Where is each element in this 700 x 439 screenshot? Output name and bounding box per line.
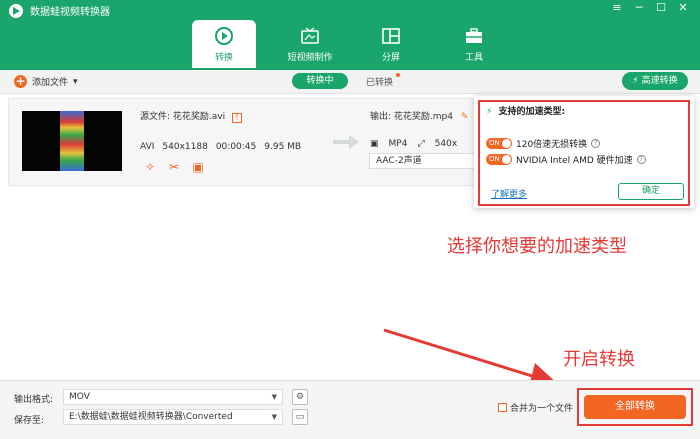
- toggle-lossless[interactable]: ON: [486, 138, 512, 149]
- tab-label: 转换: [214, 53, 233, 63]
- option-hardware: ON NVIDIA Intel AMD 硬件加速 ?: [486, 153, 646, 166]
- tab-short-video[interactable]: 短视频制作: [278, 20, 342, 68]
- toggle-hardware[interactable]: ON: [486, 154, 512, 165]
- option-lossless-label: 120倍速无损转换: [516, 140, 588, 150]
- file-meta: AVI 540x1188 00:00:45 9.95 MB: [140, 142, 301, 152]
- confirm-button[interactable]: 确定: [618, 183, 684, 200]
- learn-more-link[interactable]: 了解更多: [491, 187, 527, 200]
- minimize-icon[interactable]: ─: [628, 0, 650, 16]
- high-speed-button[interactable]: ⚡ 高速转换: [622, 72, 688, 90]
- annotation-start-convert: 开启转换: [563, 349, 635, 370]
- output-resolution: 540x: [434, 139, 458, 149]
- title-bar: 数据蛙视频转换器 ≡ ─ ☐ ✕ 转换 短视频制作 分屏 工具: [0, 0, 700, 70]
- save-to-label: 保存至:: [14, 416, 45, 426]
- split-screen-icon: [382, 28, 400, 44]
- magic-wand-icon[interactable]: ✧: [143, 160, 157, 174]
- pencil-icon[interactable]: ✎: [461, 112, 469, 122]
- convert-icon: [215, 27, 233, 45]
- source-format: AVI: [140, 142, 155, 152]
- merge-checkbox[interactable]: [498, 403, 507, 412]
- toolbar: + 添加文件 ▾ 转换中 已转换 ⚡ 高速转换: [0, 70, 700, 94]
- plus-icon: +: [14, 74, 27, 88]
- audio-track-select[interactable]: AAC-2声道: [369, 153, 479, 169]
- output-format: MP4: [388, 139, 408, 149]
- source-size: 9.95 MB: [264, 142, 302, 152]
- save-path-select[interactable]: E:\数据蛙\数据蛙视频转换器\Converted ▼: [63, 409, 283, 425]
- tab-split-screen[interactable]: 分屏: [359, 20, 423, 68]
- subtitle-edit-icon[interactable]: ▣: [191, 160, 205, 174]
- source-file: 源文件: 花花奖励.avi !: [140, 109, 242, 123]
- close-icon[interactable]: ✕: [672, 0, 694, 16]
- tab-label: 工具: [464, 53, 483, 63]
- video-thumbnail[interactable]: [22, 111, 122, 171]
- video-icon: ▣: [370, 139, 379, 149]
- arrow-right-icon: [333, 135, 359, 149]
- add-file-label: 添加文件: [32, 78, 69, 88]
- lightning-icon: ⚡: [486, 107, 493, 117]
- toolbox-icon: [466, 28, 482, 43]
- tab-converting[interactable]: 转换中: [292, 73, 348, 89]
- tab-converted[interactable]: 已转换: [366, 75, 393, 88]
- source-resolution: 540x1188: [162, 142, 208, 152]
- lightning-icon: ⚡: [632, 76, 639, 86]
- tab-convert[interactable]: 转换: [192, 20, 256, 68]
- help-icon[interactable]: ?: [591, 139, 601, 148]
- window-controls: ≡ ─ ☐ ✕: [606, 0, 694, 16]
- app-logo-icon: [9, 4, 23, 18]
- edit-tools: ✧ ✂ ▣: [143, 160, 205, 174]
- popup-title: ⚡ 支持的加速类型:: [486, 104, 565, 117]
- format-settings-icon[interactable]: ⚙: [292, 389, 308, 405]
- thumbnail-frame: [60, 111, 84, 171]
- source-file-label: 源文件: 花花奖励.avi: [140, 112, 226, 122]
- tv-icon: [301, 27, 319, 44]
- annotation-highlight-convert: [577, 388, 693, 426]
- merge-option[interactable]: 合并为一个文件: [498, 401, 573, 414]
- tab-label: 短视频制作: [287, 53, 333, 63]
- save-path-value: E:\数据蛙\数据蛙视频转换器\Converted: [69, 412, 233, 422]
- output-format-select[interactable]: MOV ▼: [63, 389, 283, 405]
- folder-icon[interactable]: ▭: [292, 409, 308, 425]
- option-lossless: ON 120倍速无损转换 ?: [486, 137, 601, 150]
- merge-label: 合并为一个文件: [510, 404, 574, 414]
- output-format-value: MOV: [69, 392, 90, 402]
- annotation-select-type: 选择你想要的加速类型: [447, 236, 627, 257]
- tab-label: 分屏: [381, 53, 400, 63]
- output-format-label: 输出格式:: [14, 395, 54, 405]
- option-hardware-label: NVIDIA Intel AMD 硬件加速: [516, 156, 633, 166]
- help-icon[interactable]: ?: [636, 155, 646, 164]
- output-file-label: 输出: 花花奖励.mp4: [370, 112, 453, 122]
- chevron-down-icon[interactable]: ▾: [73, 77, 78, 87]
- notification-dot: [396, 73, 400, 77]
- high-speed-label: 高速转换: [641, 76, 678, 86]
- output-format-info: ▣ MP4 ⤢ 540x: [370, 139, 457, 149]
- chevron-down-icon: ▼: [271, 413, 277, 421]
- resize-icon: ⤢: [417, 139, 425, 149]
- tab-tools[interactable]: 工具: [442, 20, 506, 68]
- popup-title-text: 支持的加速类型:: [498, 107, 566, 117]
- app-title: 数据蛙视频转换器: [30, 7, 110, 18]
- add-file-button[interactable]: + 添加文件 ▾: [14, 75, 78, 88]
- maximize-icon[interactable]: ☐: [650, 0, 672, 16]
- menu-icon[interactable]: ≡: [606, 0, 628, 16]
- output-file: 输出: 花花奖励.mp4 ✎: [370, 109, 468, 122]
- info-icon[interactable]: !: [231, 113, 242, 123]
- chevron-down-icon: ▼: [271, 393, 277, 401]
- scissors-icon[interactable]: ✂: [167, 160, 181, 174]
- source-duration: 00:00:45: [215, 142, 257, 152]
